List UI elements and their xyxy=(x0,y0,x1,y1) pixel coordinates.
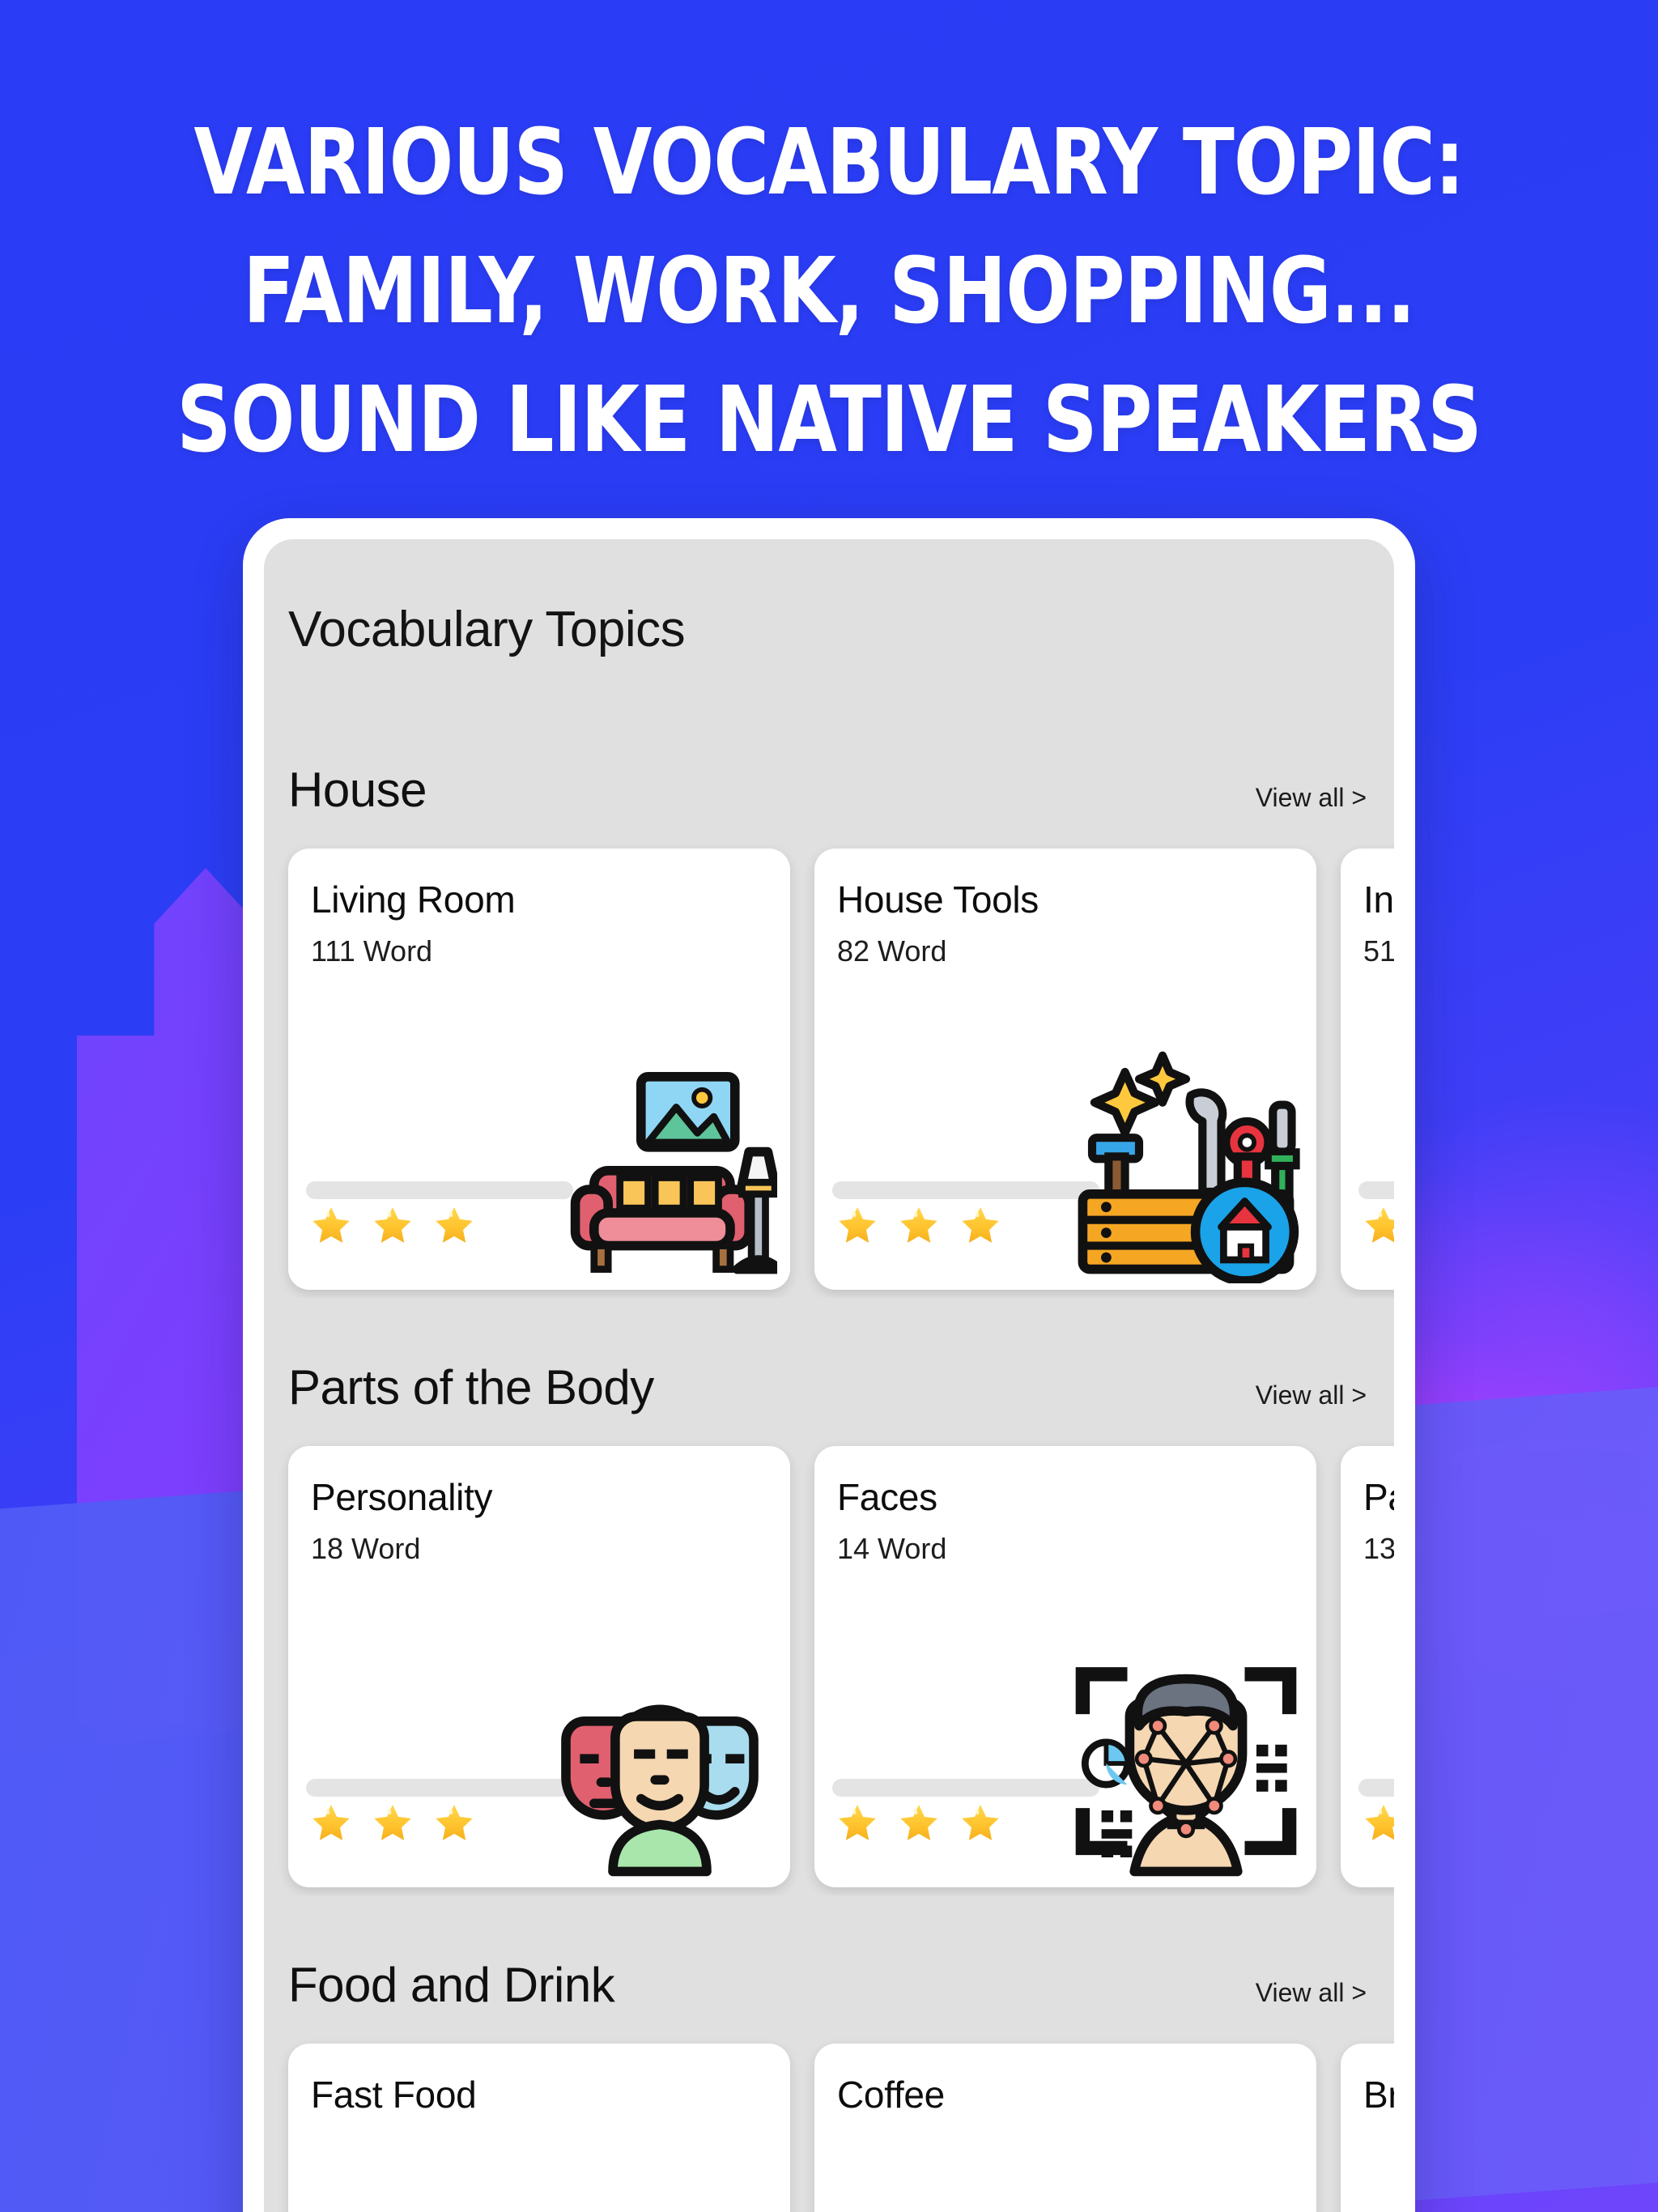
star-icon xyxy=(432,1204,476,1248)
topic-card-title: Coffee xyxy=(837,2074,945,2116)
topic-section: Parts of the Body View all > Personality 18… xyxy=(264,1359,1394,1895)
promo-screenshot: VARIOUS VOCABULARY TOPIC: FAMILY, WORK, … xyxy=(0,0,1658,2212)
toolbox-icon xyxy=(1069,1049,1303,1283)
topic-card-row[interactable]: Personality 18 Word Faces 14 Word P 13 xyxy=(264,1415,1394,1895)
section-title: Food and Drink xyxy=(288,1958,615,2012)
section-title: Parts of the Body xyxy=(288,1360,654,1414)
topic-card[interactable]: Living Room 111 Word xyxy=(288,849,790,1290)
star-icon xyxy=(1362,1802,1394,1845)
topic-card[interactable]: Personality 18 Word xyxy=(288,1446,790,1887)
star-rating xyxy=(309,1204,476,1248)
topic-card-title: Bread xyxy=(1363,2074,1394,2116)
topic-card-word-count: 18 Word xyxy=(311,1532,421,1565)
topic-card-row[interactable]: Fast Food Coffee Bread xyxy=(264,2013,1394,2212)
sections-container: House View all > Living Room 111 Word Ho… xyxy=(264,762,1394,2212)
view-all-link[interactable]: View all > xyxy=(1256,1380,1367,1410)
star-icon xyxy=(835,1802,879,1845)
star-rating xyxy=(1362,1204,1394,1248)
section-title: House xyxy=(288,763,427,817)
progress-bar xyxy=(1358,1779,1394,1797)
topic-card-word-count: 14 Word xyxy=(837,1532,947,1565)
progress-bar xyxy=(1358,1181,1394,1199)
view-all-link[interactable]: View all > xyxy=(1256,1978,1367,2008)
topic-card-title: Living Room xyxy=(311,878,516,921)
topic-card-title: Interior xyxy=(1363,878,1394,921)
topic-card-title: Fast Food xyxy=(311,2074,477,2116)
star-icon xyxy=(371,1802,414,1845)
topic-section: House View all > Living Room 111 Word Ho… xyxy=(264,762,1394,1298)
topic-card-title: Faces xyxy=(837,1476,937,1518)
topic-card-word-count xyxy=(1341,2116,1394,2129)
star-icon xyxy=(309,1802,353,1845)
headline-line-1: VARIOUS VOCABULARY TOPIC: xyxy=(193,110,1465,215)
section-header: Parts of the Body View all > xyxy=(264,1359,1394,1415)
star-icon xyxy=(432,1802,476,1845)
star-icon xyxy=(897,1204,941,1248)
headline-line-3: SOUND LIKE NATIVE SPEAKERS xyxy=(176,368,1482,474)
star-icon xyxy=(309,1204,353,1248)
topic-card-title: Personality xyxy=(311,1476,493,1518)
topic-card-title: House Tools xyxy=(837,878,1039,921)
topic-card[interactable]: Fast Food xyxy=(288,2044,790,2212)
star-icon xyxy=(1362,1204,1394,1248)
topic-card-word-count: 111 Word xyxy=(311,934,433,968)
star-icon xyxy=(835,1204,879,1248)
star-icon xyxy=(959,1802,1002,1845)
topic-card[interactable]: Coffee xyxy=(814,2044,1316,2212)
topic-card[interactable]: Bread xyxy=(1341,2044,1394,2212)
living-room-icon xyxy=(542,1049,777,1283)
star-icon xyxy=(371,1204,414,1248)
progress-bar xyxy=(306,1181,573,1199)
topic-card-title: Parts of Body xyxy=(1363,1476,1394,1518)
masks-icon xyxy=(542,1646,777,1881)
progress-bar xyxy=(306,1779,573,1797)
face-scan-icon xyxy=(1069,1646,1303,1881)
app-screen: Vocabulary Topics House View all > Living … xyxy=(264,539,1394,2212)
topic-card-word-count xyxy=(288,2116,790,2129)
progress-bar xyxy=(832,1779,1099,1797)
section-header: House View all > xyxy=(264,762,1394,818)
topic-card-word-count xyxy=(814,2116,1316,2129)
star-rating xyxy=(835,1204,1002,1248)
topic-card-word-count: 82 Word xyxy=(837,934,947,968)
topic-card[interactable]: Parts of Body 138 Word xyxy=(1341,1446,1394,1887)
star-rating xyxy=(835,1802,1002,1845)
star-icon xyxy=(959,1204,1002,1248)
star-icon xyxy=(897,1802,941,1845)
topic-card-row[interactable]: Living Room 111 Word House Tools 82 Word… xyxy=(264,818,1394,1298)
phone-mockup: Vocabulary Topics House View all > Living … xyxy=(243,518,1415,2212)
section-header: Food and Drink View all > xyxy=(264,1957,1394,2013)
promo-headline: VARIOUS VOCABULARY TOPIC: FAMILY, WORK, … xyxy=(58,99,1601,485)
headline-line-2: FAMILY, WORK, SHOPPING... xyxy=(243,239,1416,345)
topic-card[interactable]: Faces 14 Word xyxy=(814,1446,1316,1887)
view-all-link[interactable]: View all > xyxy=(1256,783,1367,813)
page-title: Vocabulary Topics xyxy=(288,602,686,657)
topic-section: Food and Drink View all > Fast Food Coffee B… xyxy=(264,1957,1394,2212)
star-rating xyxy=(309,1802,476,1845)
topic-card[interactable]: Interior 51 Word xyxy=(1341,849,1394,1290)
topic-card[interactable]: House Tools 82 Word xyxy=(814,849,1316,1290)
topic-card-word-count: 138 Word xyxy=(1363,1532,1394,1565)
topic-card-word-count: 51 Word xyxy=(1363,934,1394,968)
progress-bar xyxy=(832,1181,1099,1199)
star-rating xyxy=(1362,1802,1394,1845)
